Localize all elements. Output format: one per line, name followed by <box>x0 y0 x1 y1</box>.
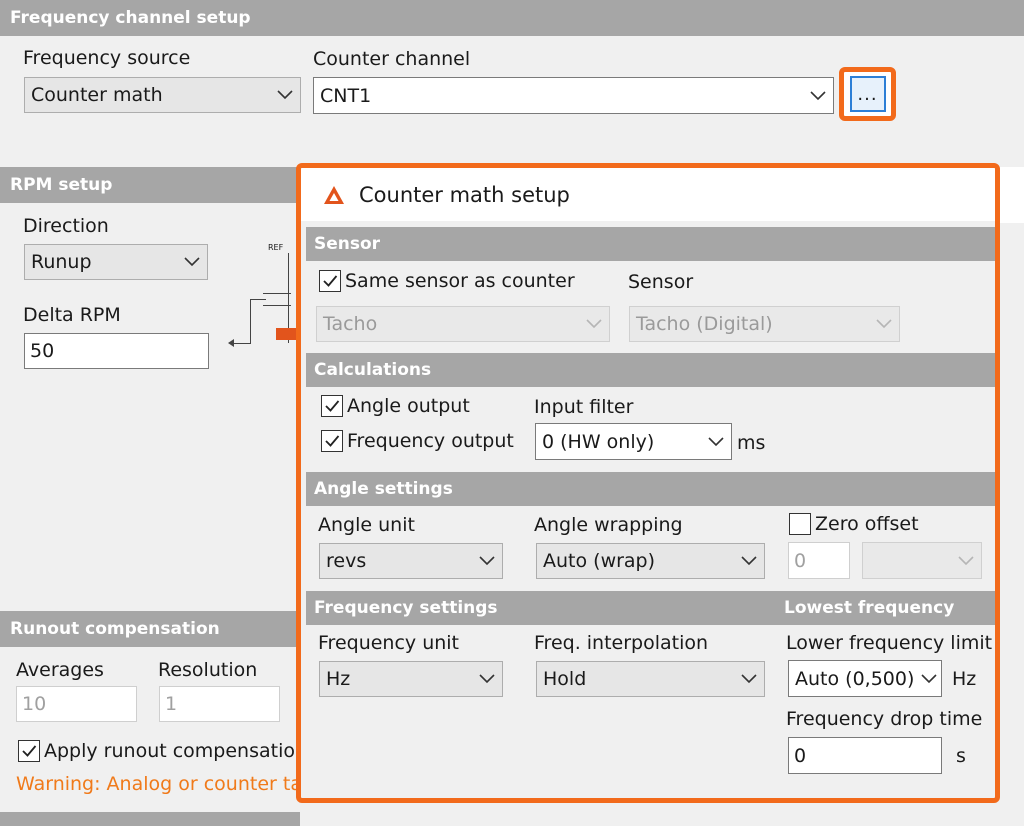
resolution-value: 1 <box>165 693 178 715</box>
sensor-section-header: Sensor <box>306 227 995 261</box>
chevron-down-icon <box>951 543 981 578</box>
freq-interpolation-label: Freq. interpolation <box>534 632 709 654</box>
frequency-drop-time-unit: s <box>956 745 966 767</box>
freq-interpolation-value: Hold <box>543 668 587 690</box>
frequency-drop-time-value: 0 <box>794 744 807 767</box>
frequency-drop-time-label: Frequency drop time <box>786 708 983 730</box>
sensor-select[interactable]: Tacho (Digital) <box>629 306 900 342</box>
frequency-unit-value: Hz <box>326 668 351 690</box>
averages-input[interactable]: 10 <box>16 686 137 722</box>
averages-value: 10 <box>22 693 47 715</box>
checkbox-unchecked-icon <box>789 513 811 535</box>
chevron-down-icon <box>472 662 502 696</box>
diagram-arrow-icon <box>228 339 234 347</box>
direction-label: Direction <box>23 215 109 237</box>
input-filter-label: Input filter <box>534 396 634 418</box>
frequency-drop-time-input[interactable]: 0 <box>788 737 942 774</box>
direction-select[interactable]: Runup <box>24 244 208 280</box>
chevron-down-icon <box>472 544 502 578</box>
checkbox-checked-icon <box>18 740 40 762</box>
runout-compensation-header: Runout compensation <box>0 611 300 647</box>
zero-offset-input[interactable]: 0 <box>788 542 850 579</box>
resolution-input[interactable]: 1 <box>159 686 280 722</box>
apply-runout-checkbox[interactable]: Apply runout compensation <box>18 740 307 762</box>
lower-frequency-limit-select[interactable]: Auto (0,500) <box>788 660 942 697</box>
sensor-type-value: Tacho <box>323 313 378 335</box>
frequency-channel-setup-header: Frequency channel setup <box>0 0 1024 36</box>
diagram-ref-block <box>276 328 298 340</box>
counter-channel-select[interactable]: CNT1 <box>313 77 834 114</box>
lowest-frequency-header: Lowest frequency <box>784 598 955 618</box>
counter-math-setup-dialog: Counter math setup Sensor Same sensor as… <box>296 163 1000 803</box>
dialog-title-bar: Counter math setup <box>301 168 995 221</box>
frequency-unit-label: Frequency unit <box>318 632 460 654</box>
frequency-source-select[interactable]: Counter math <box>24 77 301 113</box>
input-filter-select[interactable]: 0 (HW only) <box>535 423 732 460</box>
resolution-label: Resolution <box>158 659 258 681</box>
angle-output-label: Angle output <box>347 395 470 417</box>
dialog-title: Counter math setup <box>359 182 570 207</box>
frequency-unit-select[interactable]: Hz <box>319 661 503 697</box>
angle-wrapping-select[interactable]: Auto (wrap) <box>536 543 765 579</box>
parent-window-strip <box>1000 167 1024 223</box>
rpm-diagram: REF <box>228 243 298 353</box>
zero-offset-value: 0 <box>794 549 807 572</box>
direction-value: Runup <box>31 251 92 273</box>
checkbox-checked-icon <box>321 430 343 452</box>
delta-rpm-value: 50 <box>30 340 55 362</box>
chevron-down-icon <box>270 78 300 112</box>
delta-rpm-input[interactable]: 50 <box>24 333 209 369</box>
frequency-output-checkbox[interactable]: Frequency output <box>321 430 514 452</box>
same-sensor-checkbox[interactable]: Same sensor as counter <box>319 270 575 292</box>
apply-runout-label: Apply runout compensation <box>44 740 308 762</box>
chevron-down-icon <box>803 78 833 113</box>
browse-button-label: ... <box>849 76 886 112</box>
frequency-output-label: Frequency output <box>347 430 514 452</box>
chevron-down-icon <box>734 544 764 578</box>
freq-interpolation-select[interactable]: Hold <box>536 661 765 697</box>
next-section-header <box>0 812 300 826</box>
chevron-down-icon <box>701 424 731 459</box>
counter-channel-value: CNT1 <box>320 84 372 107</box>
zero-offset-checkbox[interactable]: Zero offset <box>789 513 919 535</box>
chevron-down-icon <box>917 661 941 696</box>
angle-wrapping-label: Angle wrapping <box>534 514 683 536</box>
input-filter-unit: ms <box>737 432 766 454</box>
same-sensor-label: Same sensor as counter <box>345 270 575 292</box>
delta-rpm-label: Delta RPM <box>23 304 121 326</box>
sensor-label: Sensor <box>628 271 694 293</box>
angle-output-checkbox[interactable]: Angle output <box>321 395 470 417</box>
rpm-setup-header: RPM setup <box>0 167 300 203</box>
chevron-down-icon <box>869 307 899 341</box>
zero-offset-unit-select[interactable] <box>862 542 982 579</box>
checkbox-checked-icon <box>319 270 341 292</box>
angle-unit-value: revs <box>326 550 367 572</box>
calculations-section-header: Calculations <box>306 353 995 387</box>
chevron-down-icon <box>579 307 609 341</box>
chevron-down-icon <box>734 662 764 696</box>
angle-wrapping-value: Auto (wrap) <box>543 550 656 572</box>
lower-frequency-limit-value: Auto (0,500) <box>795 667 915 690</box>
lower-frequency-limit-label: Lower frequency limit <box>786 632 993 654</box>
angle-unit-label: Angle unit <box>318 514 415 536</box>
averages-label: Averages <box>16 659 104 681</box>
frequency-settings-header: Frequency settings <box>314 598 498 618</box>
checkbox-checked-icon <box>321 395 343 417</box>
runout-warning-text: Warning: Analog or counter tac <box>16 773 313 795</box>
angle-unit-select[interactable]: revs <box>319 543 503 579</box>
input-filter-value: 0 (HW only) <box>542 430 655 453</box>
angle-settings-section-header: Angle settings <box>306 472 995 506</box>
sensor-type-select[interactable]: Tacho <box>316 306 610 342</box>
diagram-ref-label: REF <box>268 243 284 252</box>
counter-channel-label: Counter channel <box>313 48 471 70</box>
lower-frequency-limit-unit: Hz <box>952 668 977 690</box>
chevron-down-icon <box>177 245 207 279</box>
frequency-settings-section-header: Frequency settings Lowest frequency <box>306 591 995 625</box>
frequency-source-label: Frequency source <box>23 47 191 69</box>
counter-math-browse-button[interactable]: ... <box>839 67 896 121</box>
app-logo-icon <box>324 185 344 204</box>
zero-offset-label: Zero offset <box>815 513 919 535</box>
sensor-value: Tacho (Digital) <box>636 313 773 335</box>
frequency-source-value: Counter math <box>31 84 163 106</box>
